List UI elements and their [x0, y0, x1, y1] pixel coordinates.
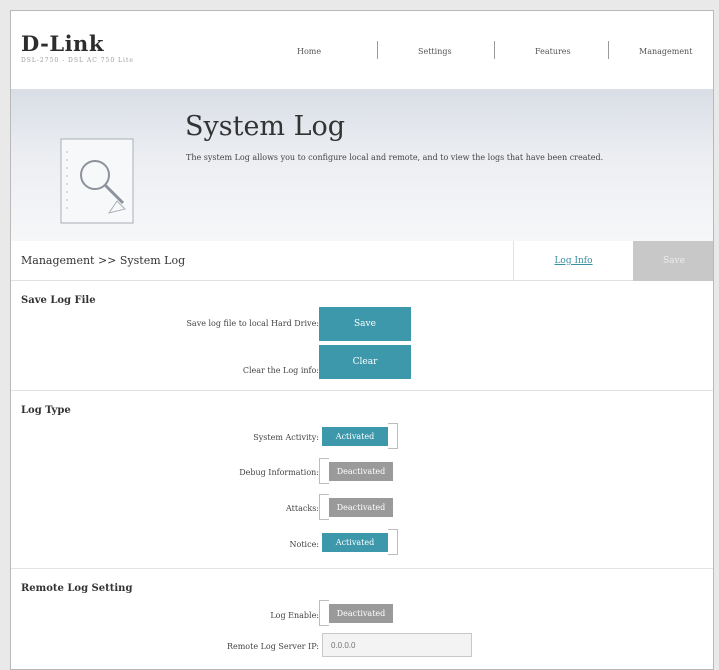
nav-separator [494, 41, 495, 59]
toggle-state: Activated [322, 427, 388, 446]
breadcrumb: Management >> System Log [21, 254, 186, 267]
toggle-handle [319, 494, 329, 520]
toggle-state: Deactivated [329, 462, 393, 481]
page-banner: System Log The system Log allows you to … [11, 89, 713, 241]
section-title-log-type: Log Type [21, 405, 71, 416]
breadcrumb-bar: Management >> System Log Log Info Save [11, 241, 713, 281]
nav-features[interactable]: Features [535, 47, 571, 56]
toggle-handle [319, 600, 329, 626]
nav-home[interactable]: Home [297, 47, 321, 56]
system-log-icon [60, 138, 134, 224]
save-log-button[interactable]: Save [319, 307, 411, 341]
toggle-state: Activated [322, 533, 388, 552]
log-info-link[interactable]: Log Info [513, 241, 633, 281]
section-divider [11, 390, 713, 391]
clear-log-label: Clear the Log info: [242, 366, 319, 375]
toggle-state: Deactivated [329, 498, 393, 517]
toggle-handle [388, 423, 398, 449]
nav-separator [377, 41, 378, 59]
dlink-logo[interactable]: D-Link [21, 31, 104, 56]
page-title: System Log [185, 111, 346, 142]
system-activity-label: System Activity: [253, 433, 319, 442]
model-name: DSL-2750 - DSL AC 750 Lite [21, 57, 134, 64]
section-divider [11, 568, 713, 569]
toggle-state: Deactivated [329, 604, 393, 623]
section-title-remote-log: Remote Log Setting [21, 583, 133, 594]
nav-settings[interactable]: Settings [418, 47, 452, 56]
remote-log-server-label: Remote Log Server IP: [226, 642, 319, 651]
remote-log-server-input[interactable] [322, 633, 472, 657]
save-button[interactable]: Save [633, 241, 713, 281]
notice-label: Notice: [289, 540, 320, 549]
debug-information-label: Debug Information: [239, 468, 319, 477]
save-log-label: Save log file to local Hard Drive: [186, 319, 319, 328]
router-admin-page: D-Link DSL-2750 - DSL AC 750 Lite Home S… [10, 10, 714, 670]
nav-management[interactable]: Management [639, 47, 692, 56]
section-title-save-log-file: Save Log File [21, 295, 96, 306]
log-enable-label: Log Enable: [270, 611, 319, 620]
attacks-label: Attacks: [286, 504, 319, 513]
page-description: The system Log allows you to configure l… [186, 153, 604, 162]
clear-log-button[interactable]: Clear [319, 345, 411, 379]
nav-separator [608, 41, 609, 59]
toggle-handle [388, 529, 398, 555]
toggle-handle [319, 458, 329, 484]
top-bar: D-Link DSL-2750 - DSL AC 750 Lite Home S… [11, 11, 713, 89]
